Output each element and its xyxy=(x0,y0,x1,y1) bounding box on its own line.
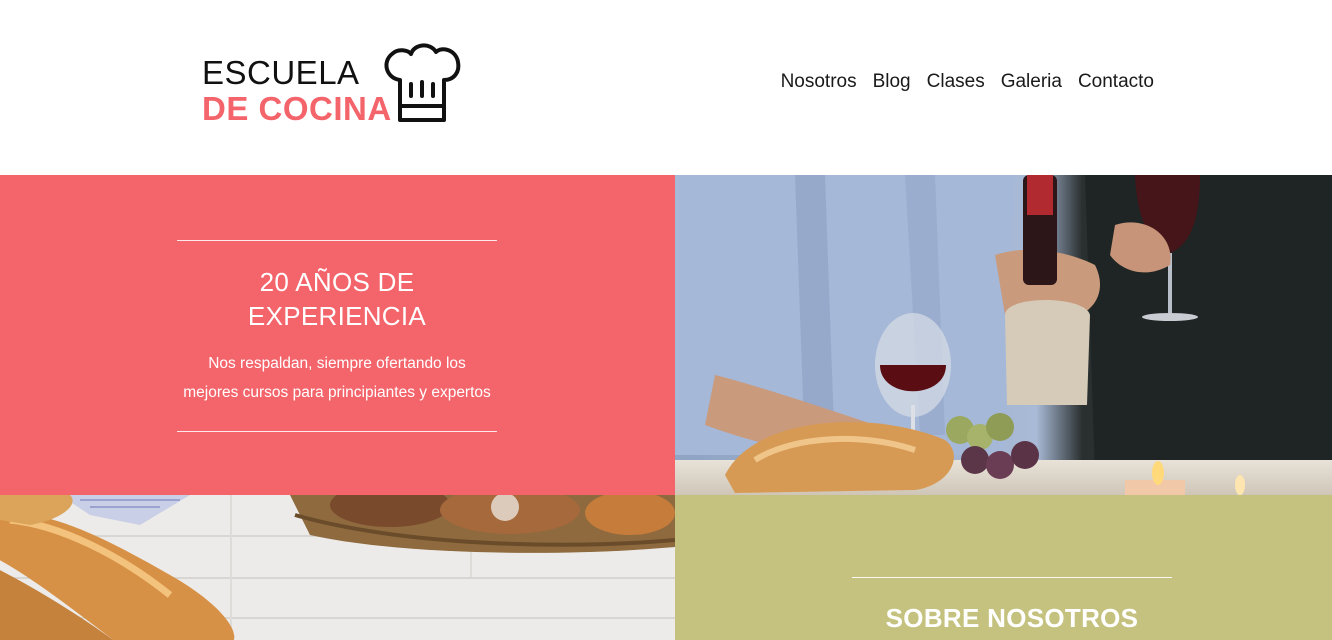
logo-text-line1: ESCUELA xyxy=(202,54,360,91)
about-title: SOBRE NOSOTROS xyxy=(885,603,1139,633)
nav-link-blog[interactable]: Blog xyxy=(865,70,919,94)
nav-link-nosotros[interactable]: Nosotros xyxy=(773,70,865,94)
divider-bottom xyxy=(177,431,497,432)
experience-title: 20 AÑOS DE EXPERIENCIA xyxy=(177,265,497,333)
experience-title-line1: 20 AÑOS DE xyxy=(259,267,415,297)
site-header: ESCUELA DE COCINA Nosotros Blog Clases G… xyxy=(0,0,1332,175)
experience-content: 20 AÑOS DE EXPERIENCIA Nos respaldan, si… xyxy=(177,240,497,432)
about-section: SOBRE NOSOTROS xyxy=(675,495,1332,640)
divider-top xyxy=(177,240,497,241)
wine-dinner-illustration xyxy=(675,175,1332,495)
site-logo[interactable]: ESCUELA DE COCINA xyxy=(202,38,472,128)
main-nav: Nosotros Blog Clases Galeria Contacto xyxy=(773,70,1154,94)
nav-link-galeria[interactable]: Galeria xyxy=(993,70,1070,94)
bread-basket-photo xyxy=(0,495,675,640)
experience-text: Nos respaldan, siempre ofertando los mej… xyxy=(177,349,497,407)
wine-dinner-photo xyxy=(675,175,1332,495)
chef-hat-icon xyxy=(384,43,461,122)
experience-text-line2: mejores cursos para principiantes y expe… xyxy=(183,384,491,401)
experience-section: 20 AÑOS DE EXPERIENCIA Nos respaldan, si… xyxy=(0,175,675,495)
experience-text-line1: Nos respaldan, siempre ofertando los xyxy=(208,355,466,372)
nav-link-clases[interactable]: Clases xyxy=(919,70,993,94)
logo-text-line2: DE COCINA xyxy=(202,90,392,127)
nav-link-contacto[interactable]: Contacto xyxy=(1070,70,1154,94)
about-divider xyxy=(852,577,1172,578)
bread-illustration xyxy=(0,495,675,640)
experience-title-line2: EXPERIENCIA xyxy=(247,301,427,331)
